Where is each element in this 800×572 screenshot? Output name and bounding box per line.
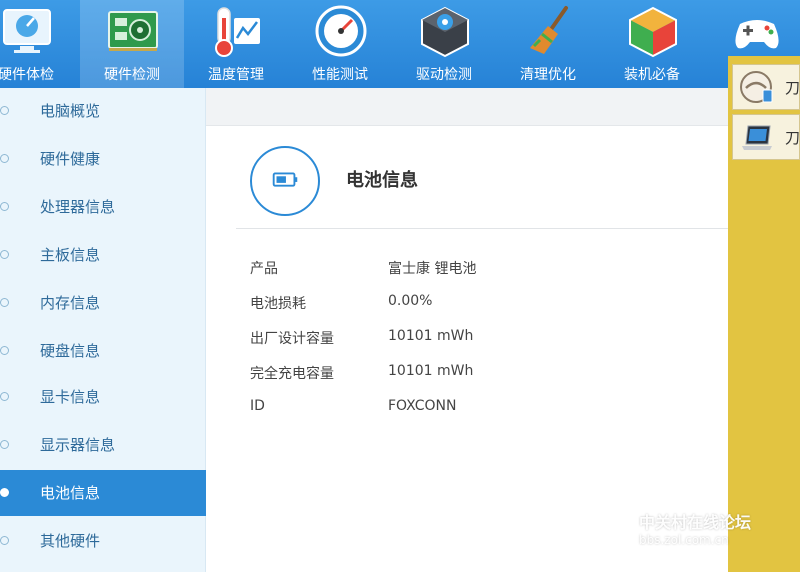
tool-driver[interactable]: 驱动检测 xyxy=(392,0,496,88)
bullet-icon xyxy=(0,536,9,545)
watermark-text: 中关村在线论坛 xyxy=(639,513,752,532)
bullet-icon xyxy=(0,346,9,355)
sidebar-item-overview[interactable]: 电脑概览 xyxy=(0,88,206,134)
tool-performance[interactable]: 性能测试 xyxy=(288,0,392,88)
tool-temperature[interactable]: 温度管理 xyxy=(184,0,288,88)
main-panel: 电池信息 产品 富士康 锂电池 电池损耗 0.00% 出厂设计容量 10101 … xyxy=(206,88,728,572)
sidebar-item-label: 主板信息 xyxy=(40,246,101,264)
bullet-icon xyxy=(0,392,9,401)
info-key: 电池损耗 xyxy=(250,296,306,312)
tool-label: 清理优化 xyxy=(520,67,576,83)
info-value: 富士康 锂电池 xyxy=(388,261,477,277)
info-key: 产品 xyxy=(250,261,278,277)
divider xyxy=(236,228,728,229)
sidebar-item-other[interactable]: 其他硬件 xyxy=(0,518,206,564)
sidebar-item-disk[interactable]: 硬盘信息 xyxy=(0,328,206,374)
sidebar-item-battery[interactable]: 电池信息 xyxy=(0,470,206,516)
blade-app-icon xyxy=(740,71,773,103)
bullet-icon xyxy=(0,154,9,163)
sidebar-item-label: 其他硬件 xyxy=(40,532,101,550)
gamepad-icon xyxy=(735,20,779,49)
tool-essentials[interactable]: 装机必备 xyxy=(600,0,704,88)
info-row-design-capacity: 出厂设计容量 10101 mWh xyxy=(206,322,728,352)
info-value: 0.00% xyxy=(388,293,433,309)
page-title: 电池信息 xyxy=(346,170,418,191)
bullet-icon xyxy=(0,106,9,115)
sidebar-item-memory[interactable]: 内存信息 xyxy=(0,280,206,326)
sidebar-item-label: 处理器信息 xyxy=(40,198,116,216)
info-key: ID xyxy=(250,398,265,414)
tool-clean[interactable]: 清理优化 xyxy=(496,0,600,88)
sidebar-item-display[interactable]: 显示器信息 xyxy=(0,422,206,468)
info-value: 10101 mWh xyxy=(388,363,474,379)
laptop-app-icon xyxy=(742,125,772,150)
bullet-icon xyxy=(0,298,9,307)
tool-hardware-checkup[interactable]: 硬件体检 xyxy=(0,0,78,88)
sidebar-item-label: 硬盘信息 xyxy=(40,342,101,360)
sidebar-item-gpu[interactable]: 显卡信息 xyxy=(0,374,206,420)
right-side-panel: 刀 刀 xyxy=(728,56,800,572)
info-row-wear: 电池损耗 0.00% xyxy=(206,287,728,317)
tool-label: 硬件检测 xyxy=(104,67,160,83)
watermark: 中关村在线论坛 bbs.zol.com.cn xyxy=(595,505,800,557)
battery-icon xyxy=(272,172,298,187)
side-app-label: 刀 xyxy=(785,79,800,97)
bullet-icon xyxy=(0,250,9,259)
info-row-full-capacity: 完全充电容量 10101 mWh xyxy=(206,357,728,387)
info-key: 完全充电容量 xyxy=(250,366,334,382)
sidebar-item-label: 显示器信息 xyxy=(40,436,116,454)
sidebar-item-motherboard[interactable]: 主板信息 xyxy=(0,232,206,278)
side-app-label: 刀 xyxy=(785,129,800,147)
sidebar-item-label: 电池信息 xyxy=(40,484,101,502)
speedometer-icon xyxy=(315,5,367,57)
tool-hardware-detect[interactable]: 硬件检测 xyxy=(80,0,184,88)
bullet-icon xyxy=(0,202,9,211)
tool-label: 硬件体检 xyxy=(0,67,54,83)
sidebar-item-label: 硬件健康 xyxy=(40,150,101,168)
sidebar-item-label: 内存信息 xyxy=(40,294,101,312)
tool-label: 温度管理 xyxy=(208,67,264,83)
broom-icon xyxy=(530,6,568,54)
watermark-url: bbs.zol.com.cn xyxy=(639,533,729,547)
circuit-board-icon xyxy=(108,11,158,51)
tool-label: 驱动检测 xyxy=(416,67,472,83)
main-header-bar xyxy=(206,88,728,126)
sidebar-nav: 电脑概览 硬件健康 处理器信息 主板信息 内存信息 硬盘信息 显卡信息 显示器信… xyxy=(0,88,206,572)
gear-box-icon xyxy=(421,6,469,58)
top-toolbar: 硬件体检 硬件检测 温度管理 性能测试 驱动检测 清理优化 装机必备 xyxy=(0,0,800,88)
info-value: 10101 mWh xyxy=(388,328,474,344)
side-app-item-2[interactable]: 刀 xyxy=(732,114,800,160)
tool-label: 装机必备 xyxy=(624,67,680,83)
side-app-item-1[interactable]: 刀 xyxy=(732,64,800,110)
thermometer-icon xyxy=(215,7,260,57)
sidebar-item-health[interactable]: 硬件健康 xyxy=(0,136,206,182)
bullet-icon xyxy=(0,488,9,497)
cube-icon xyxy=(629,6,677,58)
tool-label: 性能测试 xyxy=(312,67,368,83)
zol-logo-icon xyxy=(601,514,635,544)
info-row-id: ID FOXCONN xyxy=(206,392,728,422)
monitor-check-icon xyxy=(3,9,51,53)
battery-badge xyxy=(250,146,320,216)
info-value: FOXCONN xyxy=(388,398,457,414)
sidebar-item-cpu[interactable]: 处理器信息 xyxy=(0,184,206,230)
sidebar-item-label: 显卡信息 xyxy=(40,388,101,406)
sidebar-item-label: 电脑概览 xyxy=(40,102,101,120)
info-key: 出厂设计容量 xyxy=(250,331,334,347)
info-row-product: 产品 富士康 锂电池 xyxy=(206,252,728,282)
bullet-icon xyxy=(0,440,9,449)
